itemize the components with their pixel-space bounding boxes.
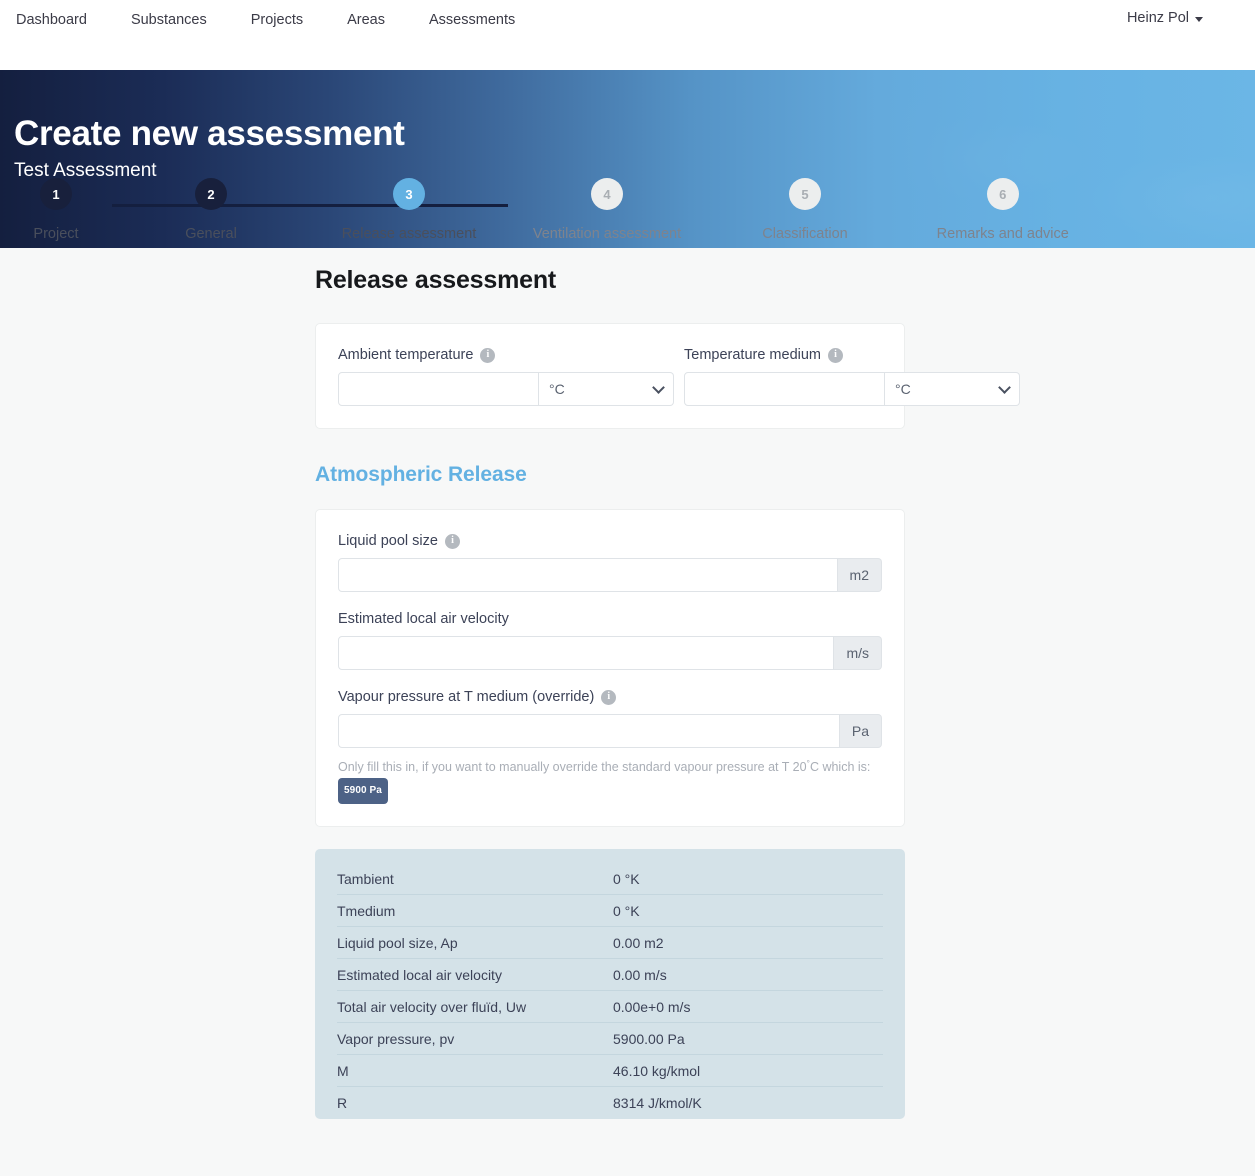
stepper-step-project[interactable]: 1 Project bbox=[0, 178, 112, 243]
nav-link-areas[interactable]: Areas bbox=[325, 10, 407, 30]
table-row: Liquid pool size, Ap 0.00 m2 bbox=[337, 927, 883, 960]
chevron-down-icon bbox=[1195, 16, 1203, 22]
result-value: 0 °K bbox=[613, 902, 640, 919]
info-icon[interactable]: i bbox=[601, 689, 617, 705]
step-number-badge[interactable]: 3 bbox=[393, 178, 425, 210]
section-title: Release assessment bbox=[315, 266, 557, 294]
help-text-prefix: Only fill this in, if you want to manual… bbox=[338, 760, 807, 775]
calculation-results-panel: Tambient 0 °K Tmedium 0 °K Liquid pool s… bbox=[315, 849, 905, 1120]
stepper-step-general[interactable]: 2 General bbox=[112, 178, 310, 243]
field-label: Ambient temperature bbox=[338, 347, 474, 363]
nav-link-projects[interactable]: Projects bbox=[229, 10, 325, 30]
step-number-badge[interactable]: 4 bbox=[591, 178, 623, 210]
table-row: R 8314 J/kmol/K bbox=[337, 1087, 883, 1119]
info-icon[interactable]: i bbox=[480, 347, 496, 363]
step-label: Classification bbox=[762, 226, 848, 242]
field-label-row: Temperature medium i bbox=[684, 346, 1020, 364]
liquid-pool-size-unit-addon: m2 bbox=[837, 558, 882, 592]
wizard-stepper: 1 Project 2 General 3 Release assessment… bbox=[0, 178, 1255, 250]
result-key: M bbox=[337, 1062, 349, 1079]
field-label: Liquid pool size bbox=[338, 533, 438, 549]
result-key: Tambient bbox=[337, 870, 394, 887]
vapour-pressure-input[interactable] bbox=[338, 714, 840, 748]
result-key: Total air velocity over fluïd, Uw bbox=[337, 998, 527, 1015]
unit-select-value: °C bbox=[895, 381, 911, 397]
field-label-row: Estimated local air velocity bbox=[338, 610, 882, 628]
ambient-temperature-input[interactable] bbox=[338, 372, 539, 406]
stepper-steps: 1 Project 2 General 3 Release assessment… bbox=[0, 178, 1255, 243]
table-row: Total air velocity over fluïd, Uw 0.00e+… bbox=[337, 991, 883, 1024]
step-label: Ventilation assessment bbox=[532, 226, 682, 242]
air-velocity-unit-addon: m/s bbox=[834, 636, 882, 670]
table-row: Estimated local air velocity 0.00 m/s bbox=[337, 959, 883, 992]
step-number-badge[interactable]: 6 bbox=[986, 178, 1019, 210]
temperature-card: Ambient temperature i °C Temperature med… bbox=[315, 323, 1020, 429]
field-label-row: Vapour pressure at T medium (override) i bbox=[338, 688, 882, 706]
stepper-step-ventilation-assessment[interactable]: 4 Ventilation assessment bbox=[508, 178, 706, 243]
field-liquid-pool-size: Liquid pool size i m2 bbox=[338, 532, 882, 592]
step-label: Remarks and advice bbox=[936, 226, 1069, 242]
chevron-down-icon bbox=[652, 381, 665, 394]
unit-select-value: °C bbox=[549, 381, 565, 397]
main-content: Release assessment Ambient temperature i… bbox=[0, 250, 1255, 1120]
vapour-pressure-help-text: Only fill this in, if you want to manual… bbox=[338, 753, 882, 805]
nav-link-substances[interactable]: Substances bbox=[109, 10, 229, 30]
user-menu-label: Heinz Pol bbox=[1126, 10, 1189, 26]
field-temperature-medium: Temperature medium i °C bbox=[684, 346, 1020, 406]
result-value: 8314 J/kmol/K bbox=[613, 1095, 702, 1112]
ambient-temperature-unit-select[interactable]: °C bbox=[539, 372, 674, 406]
result-key: R bbox=[337, 1095, 348, 1112]
estimated-local-air-velocity-input[interactable] bbox=[338, 636, 835, 670]
top-navigation-bar: Dashboard Substances Projects Areas Asse… bbox=[0, 0, 1255, 70]
field-label-row: Ambient temperature i bbox=[338, 346, 674, 364]
nav-links: Dashboard Substances Projects Areas Asse… bbox=[14, 10, 537, 30]
stepper-step-remarks-and-advice[interactable]: 6 Remarks and advice bbox=[904, 178, 1102, 243]
standard-vapour-pressure-badge: 5900 Pa bbox=[338, 778, 388, 805]
step-label: Project bbox=[33, 226, 79, 242]
result-value: 0.00 m/s bbox=[613, 966, 667, 983]
page-title: Create new assessment bbox=[14, 114, 405, 153]
step-number-badge[interactable]: 5 bbox=[789, 178, 821, 210]
result-value: 46.10 kg/kmol bbox=[613, 1062, 701, 1079]
field-estimated-local-air-velocity: Estimated local air velocity m/s bbox=[338, 610, 882, 670]
stepper-step-classification[interactable]: 5 Classification bbox=[706, 178, 904, 243]
step-number-badge[interactable]: 2 bbox=[195, 178, 227, 210]
stepper-step-release-assessment[interactable]: 3 Release assessment bbox=[310, 178, 508, 243]
result-key: Vapor pressure, pv bbox=[337, 1030, 455, 1047]
temperature-medium-input[interactable] bbox=[684, 372, 885, 406]
result-key: Tmedium bbox=[337, 902, 396, 919]
liquid-pool-size-input[interactable] bbox=[338, 558, 838, 592]
field-label: Temperature medium bbox=[684, 347, 821, 363]
help-text-middle: C which is: bbox=[809, 760, 871, 775]
temperature-medium-unit-select[interactable]: °C bbox=[885, 372, 1020, 406]
subsection-title-atmospheric-release: Atmospheric Release bbox=[315, 463, 527, 486]
step-label: Release assessment bbox=[341, 226, 477, 242]
field-vapour-pressure-override: Vapour pressure at T medium (override) i… bbox=[338, 688, 882, 805]
nav-link-dashboard[interactable]: Dashboard bbox=[14, 10, 109, 30]
info-icon[interactable]: i bbox=[444, 533, 460, 549]
hero-text-block: Create new assessment Test Assessment bbox=[14, 114, 405, 184]
atmospheric-release-card: Liquid pool size i m2 Estimated local ai… bbox=[315, 509, 905, 828]
field-ambient-temperature: Ambient temperature i °C bbox=[338, 346, 674, 406]
table-row: Tambient 0 °K bbox=[337, 863, 883, 896]
result-value: 0.00e+0 m/s bbox=[613, 998, 691, 1015]
result-value: 0.00 m2 bbox=[613, 934, 664, 951]
field-label-row: Liquid pool size i bbox=[338, 532, 882, 550]
table-row: Tmedium 0 °K bbox=[337, 895, 883, 928]
result-value: 5900.00 Pa bbox=[613, 1030, 685, 1047]
result-key: Estimated local air velocity bbox=[337, 966, 502, 983]
chevron-down-icon bbox=[998, 381, 1011, 394]
step-label: General bbox=[185, 226, 237, 242]
field-label: Vapour pressure at T medium (override) bbox=[338, 689, 595, 705]
table-row: M 46.10 kg/kmol bbox=[337, 1055, 883, 1088]
result-value: 0 °K bbox=[613, 870, 640, 887]
step-number-badge[interactable]: 1 bbox=[40, 178, 72, 210]
info-icon[interactable]: i bbox=[828, 347, 843, 363]
user-menu[interactable]: Heinz Pol bbox=[1127, 10, 1203, 26]
field-label: Estimated local air velocity bbox=[338, 611, 509, 627]
result-key: Liquid pool size, Ap bbox=[337, 934, 458, 951]
nav-link-assessments[interactable]: Assessments bbox=[407, 10, 537, 30]
table-row: Vapor pressure, pv 5900.00 Pa bbox=[337, 1023, 883, 1056]
vapour-pressure-unit-addon: Pa bbox=[839, 714, 882, 748]
